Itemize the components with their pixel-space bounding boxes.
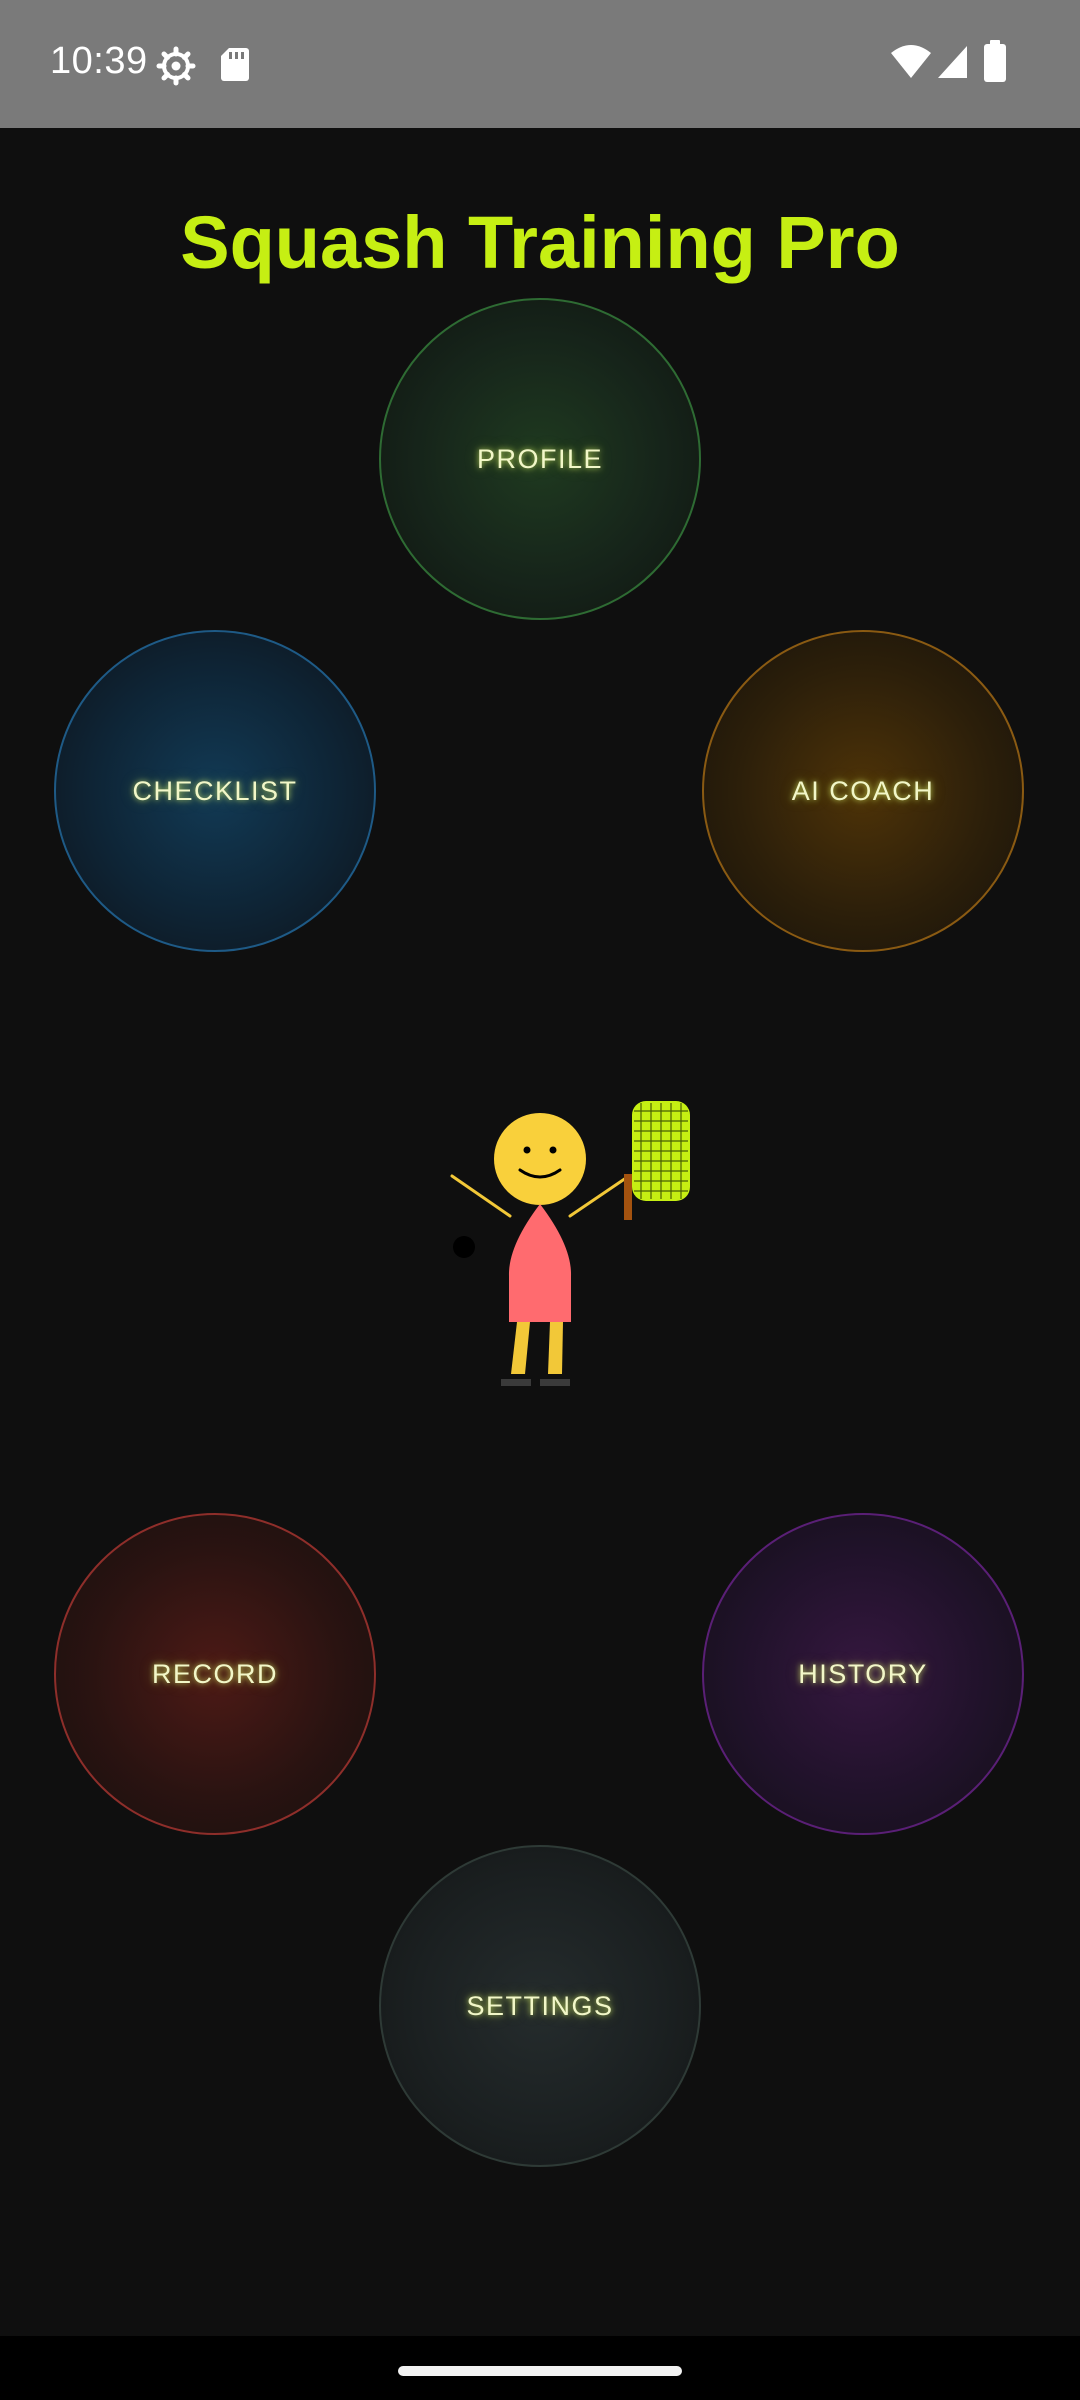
signal-icon [938,46,967,78]
history-button[interactable]: HISTORY [702,1513,1024,1835]
status-time: 10:39 [50,40,148,82]
settings-button[interactable]: SETTINGS [379,1845,701,2167]
record-label: RECORD [151,1658,278,1689]
ai-coach-button[interactable]: AI COACH [702,630,1024,952]
settings-label: SETTINGS [466,1990,614,2021]
app-title: Squash Training Pro [180,201,900,284]
settings-gear-icon [156,46,196,86]
battery-icon [984,40,1006,82]
profile-button[interactable]: PROFILE [379,298,701,620]
ai-coach-label: AI COACH [791,775,935,806]
checklist-button[interactable]: CHECKLIST [54,630,376,952]
sd-card-icon [221,48,249,81]
profile-label: PROFILE [476,443,604,474]
status-bar: 10:39 [0,0,1080,128]
squash-player-mascot-icon [450,1101,690,1386]
home-gesture-handle[interactable] [398,2366,682,2376]
checklist-label: CHECKLIST [132,775,298,806]
wifi-icon [891,45,931,78]
history-label: HISTORY [798,1658,928,1689]
record-button[interactable]: RECORD [54,1513,376,1835]
